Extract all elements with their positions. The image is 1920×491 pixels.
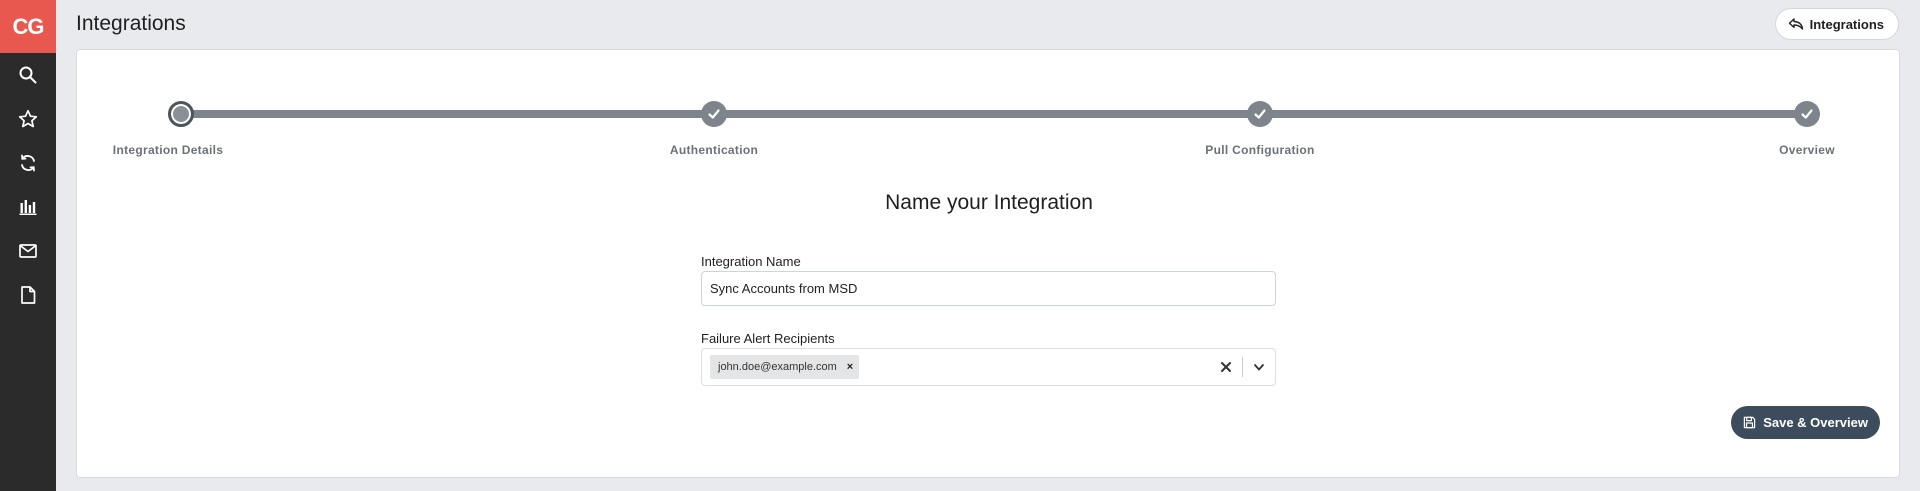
sidebar-item-mail[interactable] (0, 229, 56, 273)
recipients-select[interactable]: john.doe@example.com × (701, 348, 1276, 386)
sidebar-item-documents[interactable] (0, 273, 56, 317)
check-icon (708, 109, 720, 119)
step-3-label: Pull Configuration (1205, 143, 1315, 157)
search-icon (19, 66, 37, 84)
clear-selection-button[interactable] (1210, 349, 1242, 385)
stepper-track (169, 110, 1809, 118)
save-and-overview-button[interactable]: Save & Overview (1731, 406, 1880, 439)
form-title: Name your Integration (885, 191, 1093, 214)
recipient-chip-label: john.doe@example.com (718, 361, 837, 373)
sync-icon (21, 154, 35, 172)
app-logo[interactable]: CG (0, 0, 56, 53)
document-icon (21, 286, 36, 304)
check-icon (1254, 109, 1266, 119)
save-button-label: Save & Overview (1763, 415, 1868, 430)
step-1-label: Integration Details (112, 143, 224, 157)
check-icon (1801, 109, 1813, 119)
back-to-integrations-button[interactable]: Integrations (1774, 8, 1899, 40)
step-4-indicator[interactable] (1794, 101, 1820, 127)
step-2-indicator[interactable] (701, 101, 727, 127)
chip-remove-icon[interactable]: × (847, 361, 853, 373)
page-title: Integrations (76, 12, 186, 35)
star-icon (18, 109, 38, 128)
integration-name-input[interactable] (701, 271, 1276, 306)
step-2-label: Authentication (669, 143, 759, 157)
dropdown-toggle-button[interactable] (1243, 349, 1275, 385)
sidebar-item-favorites[interactable] (0, 97, 56, 141)
recipient-chip: john.doe@example.com × (710, 355, 860, 379)
sidebar-item-analytics[interactable] (0, 185, 56, 229)
bar-chart-icon (19, 200, 37, 215)
sidebar: CG (0, 0, 56, 491)
sidebar-item-search[interactable] (0, 53, 56, 97)
save-icon (1743, 416, 1756, 429)
reply-arrow-icon (1788, 18, 1803, 30)
step-1-indicator[interactable] (168, 101, 194, 127)
integration-wizard-card: Integration Details Authentication Pull … (76, 49, 1900, 478)
back-button-label: Integrations (1809, 16, 1884, 32)
step-3-indicator[interactable] (1247, 101, 1273, 127)
close-icon (1221, 362, 1231, 372)
integration-name-label: Integration Name (701, 254, 801, 269)
sidebar-item-sync[interactable] (0, 141, 56, 185)
recipients-label: Failure Alert Recipients (701, 331, 835, 346)
step-4-label: Overview (1779, 143, 1835, 157)
chevron-down-icon (1254, 364, 1264, 371)
mail-icon (19, 244, 37, 258)
